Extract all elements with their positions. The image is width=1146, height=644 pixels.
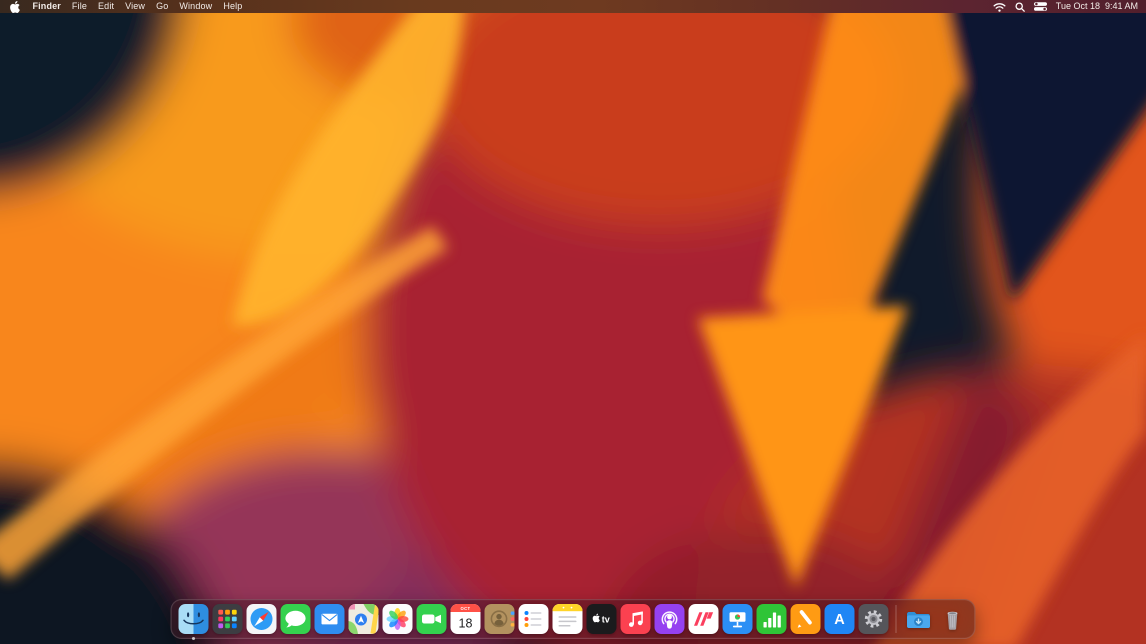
podcasts-icon <box>655 604 685 634</box>
launchpad-icon <box>213 604 243 634</box>
keynote-icon <box>723 604 753 634</box>
wallpaper <box>0 0 1146 644</box>
dock-item-podcasts[interactable] <box>655 604 685 634</box>
music-icon <box>621 604 651 634</box>
appstore-icon: A <box>825 604 855 634</box>
menu-item-help[interactable]: Help <box>218 0 248 13</box>
mail-icon <box>315 604 345 634</box>
messages-icon <box>281 604 311 634</box>
menu-item-edit[interactable]: Edit <box>93 0 120 13</box>
dock-item-safari[interactable] <box>247 604 277 634</box>
desktop[interactable]: Finder File Edit View Go Window Help <box>0 0 1146 644</box>
dock-item-photos[interactable] <box>383 604 413 634</box>
notes-icon <box>553 604 583 634</box>
dock-item-downloads[interactable] <box>904 604 934 634</box>
dock-item-facetime[interactable] <box>417 604 447 634</box>
reminders-icon <box>519 604 549 634</box>
menu-item-view[interactable]: View <box>120 0 151 13</box>
spotlight-search-icon[interactable] <box>1015 2 1025 12</box>
dock-item-tv[interactable]: tv <box>587 604 617 634</box>
dock-item-pages[interactable] <box>791 604 821 634</box>
menu-bar-status: Tue Oct 18 9:41 AM <box>993 0 1146 13</box>
dock-item-notes[interactable] <box>553 604 583 634</box>
wifi-icon[interactable] <box>993 2 1006 12</box>
finder-icon <box>179 604 209 634</box>
dock-divider <box>896 605 897 633</box>
menu-bar-clock[interactable]: Tue Oct 18 9:41 AM <box>1056 0 1138 13</box>
dock-item-launchpad[interactable] <box>213 604 243 634</box>
system-settings-gear-icon <box>859 604 889 634</box>
dock-item-music[interactable] <box>621 604 651 634</box>
dock-item-contacts[interactable] <box>485 604 515 634</box>
apple-icon <box>10 1 20 13</box>
dock-item-appstore[interactable]: A <box>825 604 855 634</box>
appstore-letter: A <box>834 612 845 628</box>
trash-icon <box>938 604 968 634</box>
dock-item-messages[interactable] <box>281 604 311 634</box>
menu-item-go[interactable]: Go <box>151 0 174 13</box>
dock-item-mail[interactable] <box>315 604 345 634</box>
dock-item-trash[interactable] <box>938 604 968 634</box>
appletv-icon: tv <box>587 604 617 634</box>
dock-item-news[interactable] <box>689 604 719 634</box>
downloads-folder-icon <box>904 604 934 634</box>
calendar-day-label: 18 <box>459 617 473 631</box>
dock-item-calendar[interactable]: OCT 18 <box>451 604 481 634</box>
dock-item-numbers[interactable] <box>757 604 787 634</box>
dock: OCT 18 <box>171 599 976 639</box>
running-indicator <box>192 637 195 640</box>
calendar-month-label: OCT <box>460 606 470 611</box>
safari-icon <box>247 604 277 634</box>
dock-item-system-settings[interactable] <box>859 604 889 634</box>
maps-icon <box>349 604 379 634</box>
apple-menu-button[interactable] <box>10 1 20 13</box>
numbers-icon <box>757 604 787 634</box>
clock-time: 9:41 AM <box>1105 0 1138 13</box>
dock-item-reminders[interactable] <box>519 604 549 634</box>
photos-icon <box>383 604 413 634</box>
calendar-icon: OCT 18 <box>451 604 481 634</box>
menu-bar: Finder File Edit View Go Window Help <box>0 0 1146 13</box>
contacts-icon <box>485 604 515 634</box>
news-icon <box>689 604 719 634</box>
dock-item-maps[interactable] <box>349 604 379 634</box>
dock-item-keynote[interactable] <box>723 604 753 634</box>
facetime-icon <box>417 604 447 634</box>
pages-icon <box>791 604 821 634</box>
appletv-label: tv <box>602 615 610 625</box>
menu-item-window[interactable]: Window <box>174 0 218 13</box>
menu-item-file[interactable]: File <box>66 0 92 13</box>
menu-item-finder[interactable]: Finder <box>27 0 66 13</box>
control-center-icon[interactable] <box>1034 2 1047 11</box>
dock-item-finder[interactable] <box>179 604 209 634</box>
menu-bar-left: Finder File Edit View Go Window Help <box>0 0 248 13</box>
clock-date: Tue Oct 18 <box>1056 0 1100 13</box>
